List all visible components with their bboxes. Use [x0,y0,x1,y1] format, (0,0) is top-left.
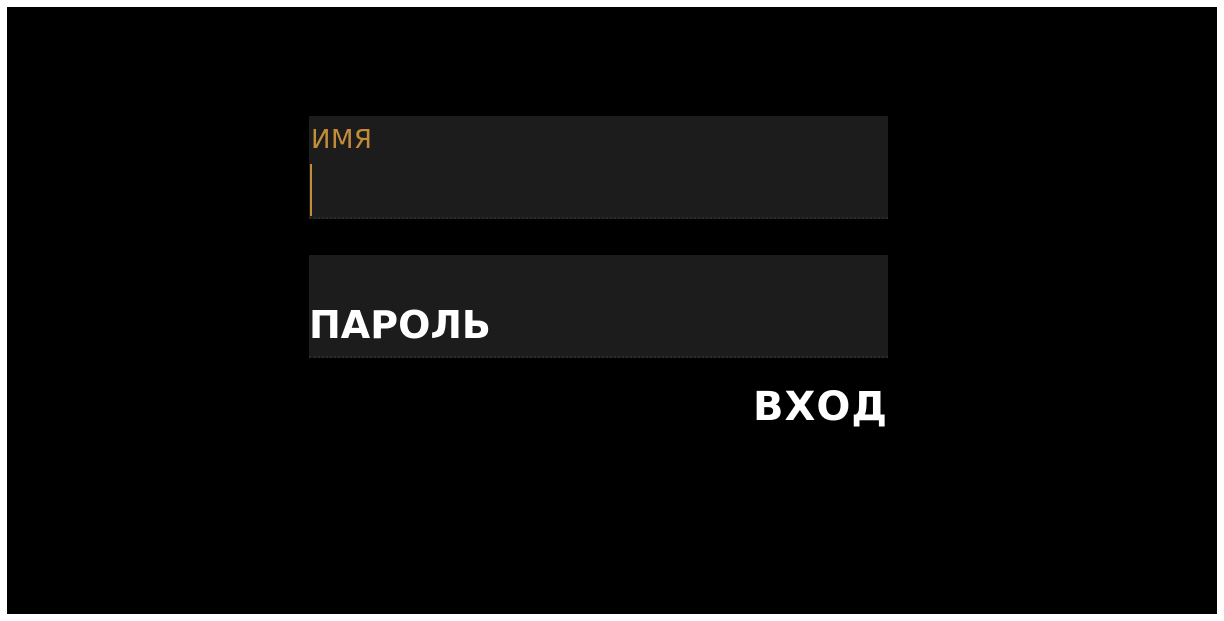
name-field-label: ИМЯ [311,125,373,155]
login-screen: ИМЯ ПАРОЛЬ ВХОД [7,7,1217,614]
text-caret [310,164,312,216]
password-field[interactable]: ПАРОЛЬ [309,255,888,358]
login-button[interactable]: ВХОД [753,384,888,430]
name-field[interactable]: ИМЯ [309,116,888,219]
password-field-label: ПАРОЛЬ [309,303,491,347]
